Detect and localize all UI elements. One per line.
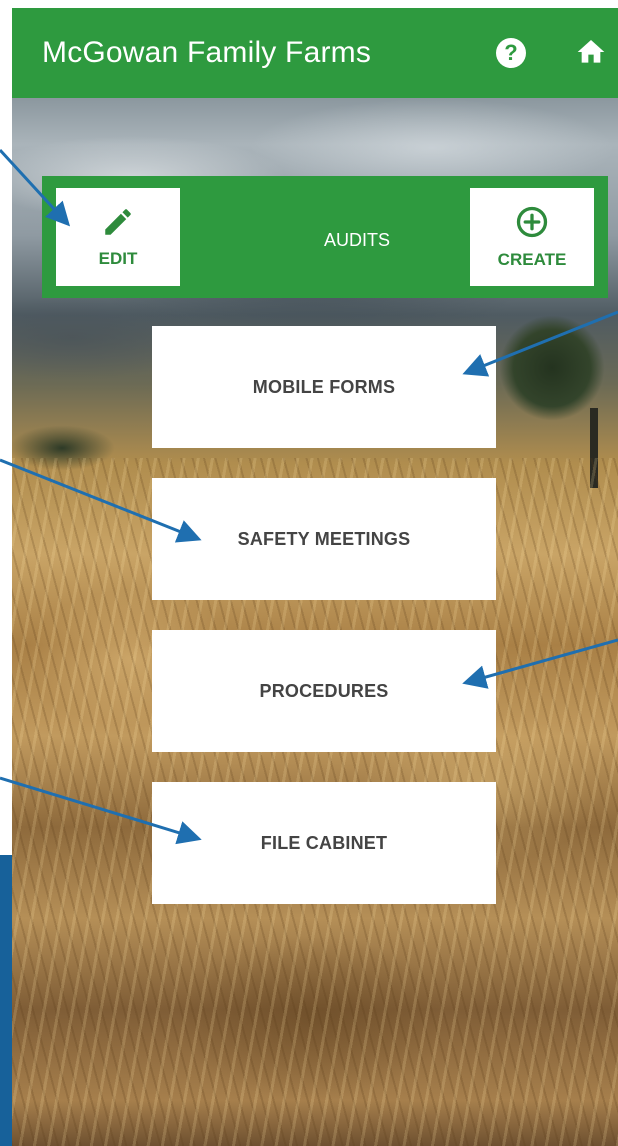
audits-bar: EDIT AUDITS CREATE bbox=[42, 176, 608, 298]
edit-label: EDIT bbox=[98, 249, 138, 268]
create-label: CREATE bbox=[497, 250, 567, 269]
file-cabinet-label: FILE CABINET bbox=[260, 832, 388, 853]
edit-button[interactable]: EDIT bbox=[56, 188, 180, 286]
procedures-button[interactable]: PROCEDURES bbox=[152, 630, 496, 752]
app-bar: McGowan Family Farms ? bbox=[12, 8, 618, 98]
procedures-label: PROCEDURES bbox=[259, 680, 389, 701]
pencil-icon bbox=[105, 209, 131, 235]
audits-label[interactable]: AUDITS bbox=[262, 230, 452, 251]
mobile-forms-label: MOBILE FORMS bbox=[252, 376, 396, 397]
help-icon[interactable]: ? bbox=[496, 38, 526, 68]
app-title: McGowan Family Farms bbox=[42, 36, 372, 69]
mobile-forms-button[interactable]: MOBILE FORMS bbox=[152, 326, 496, 448]
file-cabinet-button[interactable]: FILE CABINET bbox=[152, 782, 496, 904]
app-screen: McGowan Family Farms ? EDIT AUDITS CREAT… bbox=[12, 8, 618, 1146]
left-edge-strip bbox=[0, 855, 12, 1146]
home-icon[interactable] bbox=[574, 36, 608, 68]
create-button[interactable]: CREATE bbox=[470, 188, 594, 286]
safety-meetings-button[interactable]: SAFETY MEETINGS bbox=[152, 478, 496, 600]
plus-circle-icon bbox=[516, 206, 548, 238]
safety-meetings-label: SAFETY MEETINGS bbox=[237, 528, 411, 549]
